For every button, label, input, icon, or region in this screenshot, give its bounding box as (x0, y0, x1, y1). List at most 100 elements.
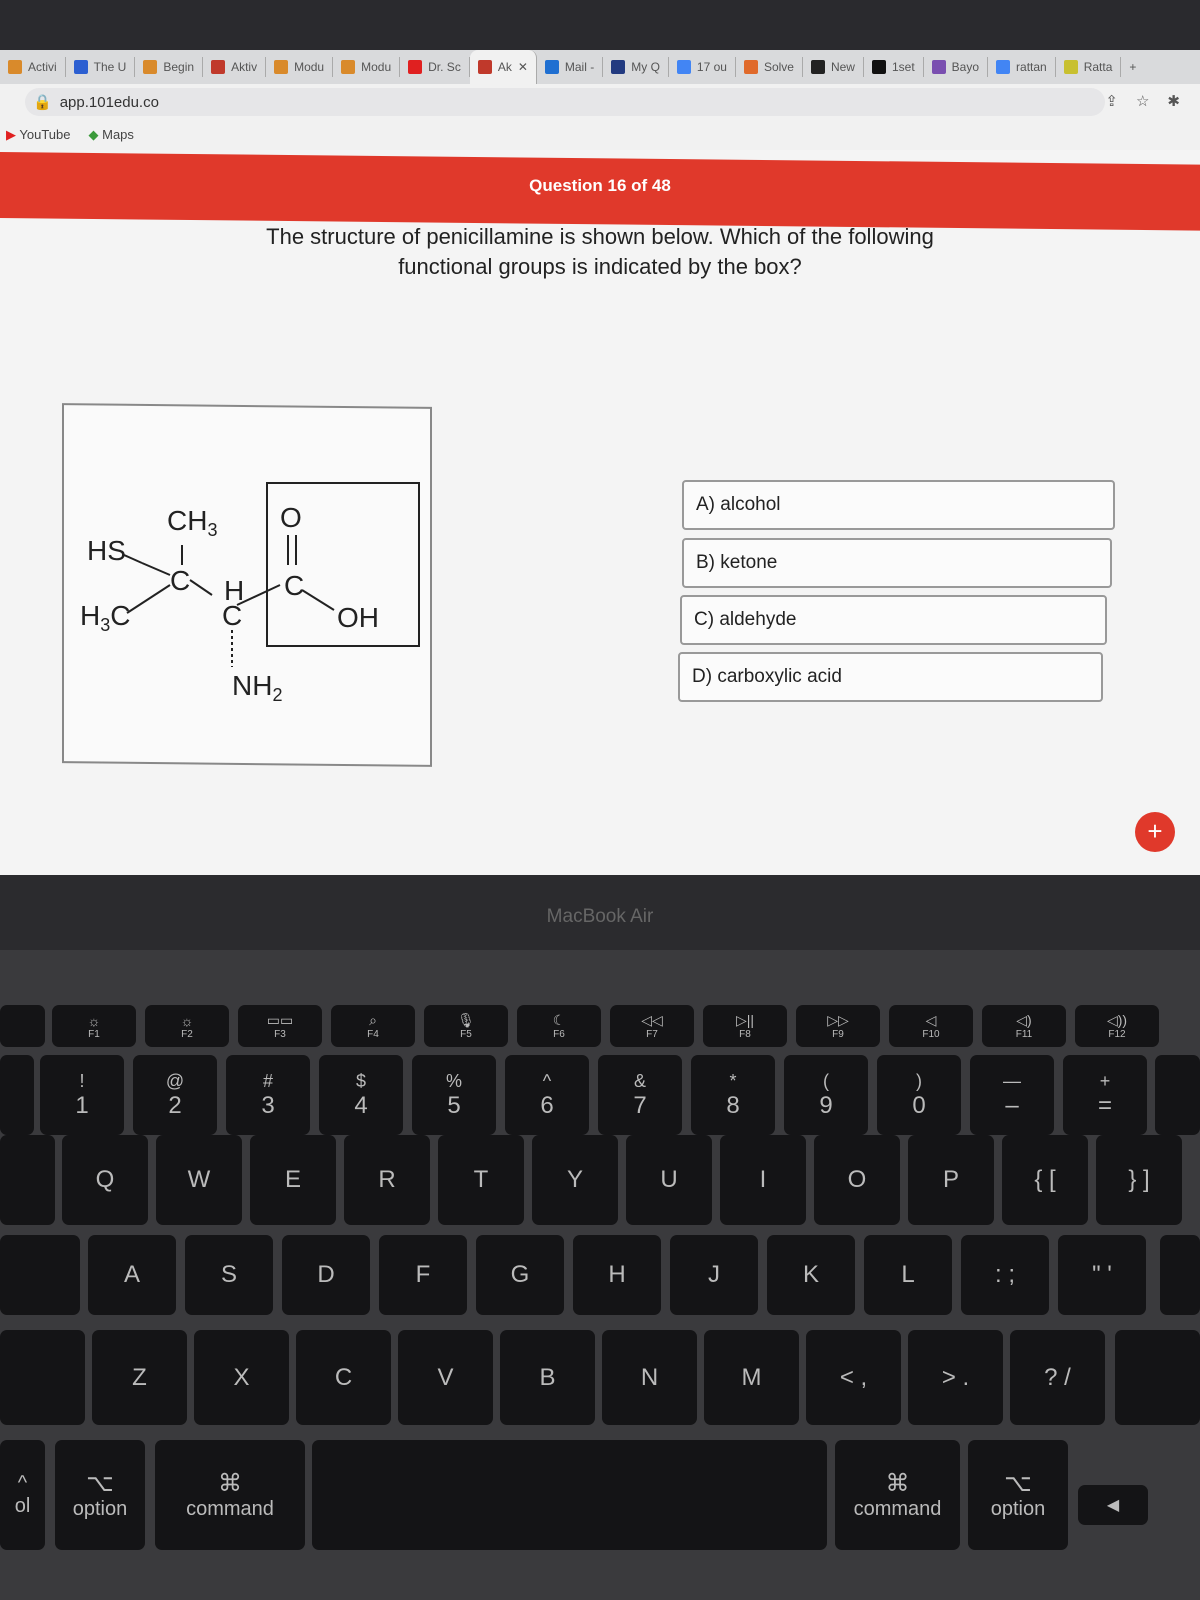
key-8[interactable]: L (864, 1235, 952, 1315)
key-5[interactable]: H (573, 1235, 661, 1315)
key-br[interactable]: } ] (1096, 1135, 1182, 1225)
browser-tab[interactable]: Begin (135, 57, 204, 77)
key-f5[interactable]: 🎙 F5 (424, 1005, 508, 1047)
key-8[interactable]: (9 (784, 1055, 868, 1135)
add-button[interactable]: + (1135, 812, 1175, 852)
key-2[interactable]: #3 (226, 1055, 310, 1135)
key-f7[interactable]: ◁◁ F7 (610, 1005, 694, 1047)
key-7[interactable]: * 8 (691, 1055, 775, 1135)
key-2[interactable]: C (296, 1330, 391, 1425)
browser-tab[interactable]: Ratta (1056, 57, 1122, 77)
key-9[interactable]: : ; (961, 1235, 1049, 1315)
share-icon[interactable]: ⇪ (1105, 92, 1118, 110)
key-10[interactable]: — – (970, 1055, 1054, 1135)
key-4[interactable]: B (500, 1330, 595, 1425)
browser-tab[interactable]: My Q (603, 57, 669, 77)
key-u[interactable]: U (626, 1135, 712, 1225)
browser-tab[interactable]: Modu (266, 57, 334, 77)
key-f10[interactable]: ◁ F10 (889, 1005, 973, 1047)
key-tab[interactable] (0, 1135, 55, 1225)
key-1[interactable]: X (194, 1330, 289, 1425)
browser-tab[interactable]: rattan (988, 57, 1056, 77)
key-delete[interactable] (1155, 1055, 1200, 1135)
browser-tab[interactable]: Activi (0, 57, 66, 77)
key-f3[interactable]: ▭▭ F3 (238, 1005, 322, 1047)
answer-option[interactable]: C) aldehyde (680, 595, 1107, 645)
key-space[interactable] (312, 1440, 827, 1550)
key-f4[interactable]: ⌕ F4 (331, 1005, 415, 1047)
key-p[interactable]: P (908, 1135, 994, 1225)
key-shift-right[interactable] (1115, 1330, 1200, 1425)
new-tab-button[interactable]: + (1129, 60, 1136, 74)
key-f2[interactable]: ☼ F2 (145, 1005, 229, 1047)
key-3[interactable]: $4 (319, 1055, 403, 1135)
key-5[interactable]: ^ 6 (505, 1055, 589, 1135)
answer-option[interactable]: D) carboxylic acid (678, 652, 1103, 702)
close-tab-icon[interactable]: ✕ (518, 60, 528, 74)
key-r[interactable]: R (344, 1135, 430, 1225)
bookmark-star-icon[interactable]: ☆ (1136, 92, 1149, 110)
key-br[interactable]: { [ (1002, 1135, 1088, 1225)
key-11[interactable]: + = (1063, 1055, 1147, 1135)
browser-tab[interactable]: Dr. Sc (400, 57, 470, 77)
key-2[interactable]: D (282, 1235, 370, 1315)
key-7[interactable]: K (767, 1235, 855, 1315)
key-f12[interactable]: ◁)) F12 (1075, 1005, 1159, 1047)
browser-tab[interactable]: Solve (736, 57, 803, 77)
key-f1[interactable]: ☼ F1 (52, 1005, 136, 1047)
key-q[interactable]: Q (62, 1135, 148, 1225)
browser-tab[interactable]: The U (66, 57, 136, 77)
key-backtick[interactable] (0, 1055, 34, 1135)
key-4[interactable]: % 5 (412, 1055, 496, 1135)
key-1[interactable]: S (185, 1235, 273, 1315)
key-i[interactable]: I (720, 1135, 806, 1225)
key-1[interactable]: @2 (133, 1055, 217, 1135)
key-esc[interactable] (0, 1005, 45, 1047)
key-y[interactable]: Y (532, 1135, 618, 1225)
key-3[interactable]: V (398, 1330, 493, 1425)
key-8[interactable]: > . (908, 1330, 1003, 1425)
key-0[interactable]: A (88, 1235, 176, 1315)
key-6[interactable]: M (704, 1330, 799, 1425)
key-0[interactable]: Z (92, 1330, 187, 1425)
key-e[interactable]: E (250, 1135, 336, 1225)
key-control[interactable]: ^ ol (0, 1440, 45, 1550)
key-7[interactable]: < , (806, 1330, 901, 1425)
extensions-icon[interactable]: ✱ (1167, 92, 1180, 110)
key-9[interactable]: ) 0 (877, 1055, 961, 1135)
url-field[interactable]: 🔒 app.101edu.co (25, 88, 1105, 116)
key-0[interactable]: ! 1 (40, 1055, 124, 1135)
key-command-right[interactable]: ⌘ command (835, 1440, 960, 1550)
answer-option[interactable]: A) alcohol (682, 480, 1115, 530)
browser-tab[interactable]: Bayo (924, 57, 989, 77)
browser-tab[interactable]: Aktiv (203, 57, 267, 77)
bookmark-youtube[interactable]: ▶ YouTube (6, 127, 70, 143)
key-return[interactable] (1160, 1235, 1200, 1315)
key-arrow-left[interactable]: ◀ (1078, 1485, 1148, 1525)
key-5[interactable]: N (602, 1330, 697, 1425)
key-6[interactable]: J (670, 1235, 758, 1315)
browser-tab[interactable]: Ak ✕ (469, 50, 537, 84)
key-command-left[interactable]: ⌘ command (155, 1440, 305, 1550)
key-6[interactable]: & 7 (598, 1055, 682, 1135)
browser-tab[interactable]: Modu (333, 57, 401, 77)
key-f8[interactable]: ▷|| F8 (703, 1005, 787, 1047)
key-f6[interactable]: ☾ F6 (517, 1005, 601, 1047)
key-9[interactable]: ? / (1010, 1330, 1105, 1425)
key-caps-lock[interactable] (0, 1235, 80, 1315)
browser-tab[interactable]: 1set (864, 57, 924, 77)
browser-tab[interactable]: Mail - (537, 57, 604, 77)
key-o[interactable]: O (814, 1135, 900, 1225)
key-4[interactable]: G (476, 1235, 564, 1315)
key-10[interactable]: " ' (1058, 1235, 1146, 1315)
key-f9[interactable]: ▷▷ F9 (796, 1005, 880, 1047)
bookmark-maps[interactable]: ◆ Maps (88, 127, 133, 143)
browser-tab[interactable]: 17 ou (669, 57, 736, 77)
key-t[interactable]: T (438, 1135, 524, 1225)
answer-option[interactable]: B) ketone (682, 538, 1112, 588)
browser-tab[interactable]: New (803, 57, 864, 77)
key-option-right[interactable]: ⌥ option (968, 1440, 1068, 1550)
key-3[interactable]: F (379, 1235, 467, 1315)
key-option-left[interactable]: ⌥ option (55, 1440, 145, 1550)
key-shift-left[interactable] (0, 1330, 85, 1425)
